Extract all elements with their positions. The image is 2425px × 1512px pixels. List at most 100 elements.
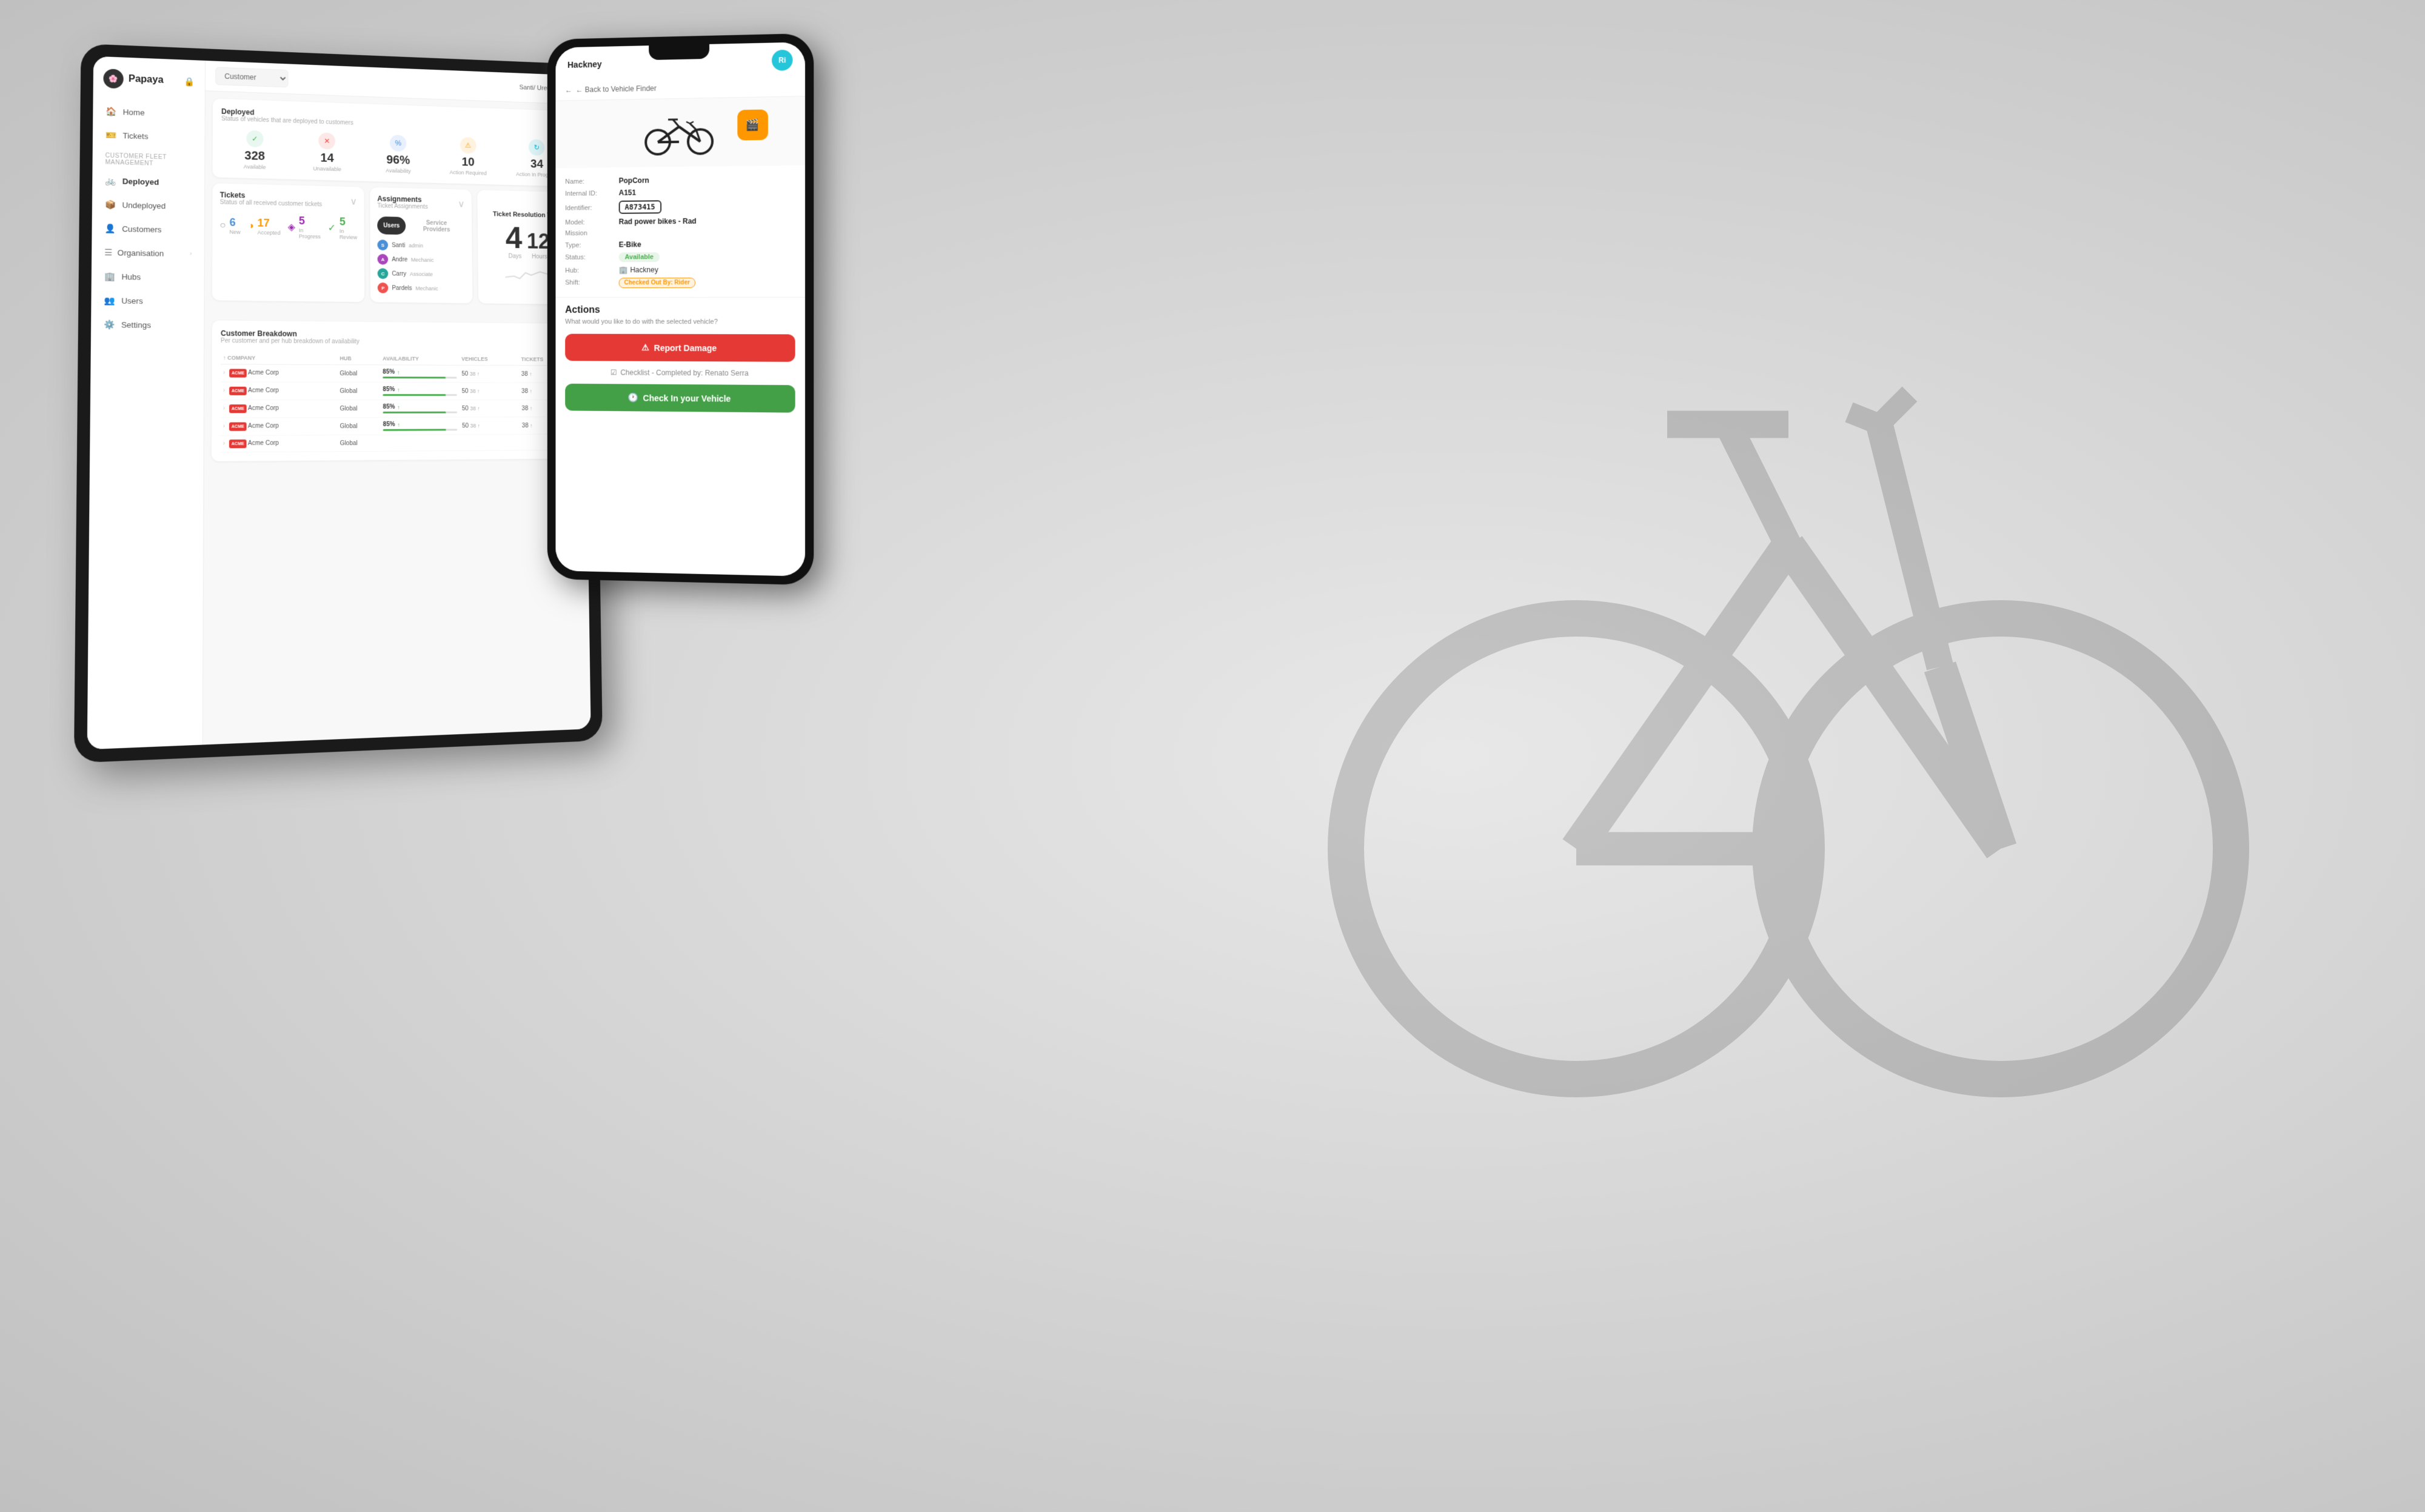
hub-map-icon: 🏢 [619, 266, 628, 274]
tab-service-providers[interactable]: Service Providers [408, 217, 465, 236]
avail-bar: 85% ↑ [383, 386, 457, 393]
clock-icon: 🕐 [627, 392, 638, 403]
avail-cell: 85% ↑ [381, 400, 460, 417]
assignment-tabs: Users Service Providers [377, 216, 465, 236]
shift-badge: Checked Out By: Rider [619, 278, 695, 288]
customer-filter-select[interactable]: Customer [215, 67, 288, 87]
status-badge: Available [619, 252, 660, 262]
tickets-card-header: Tickets Status of all received customer … [220, 190, 357, 209]
accepted-icon: ◑ [248, 221, 254, 232]
avail-bar-fill [383, 429, 446, 430]
brand-icon: 🎬 [746, 118, 760, 131]
hubs-icon: 🏢 [104, 271, 115, 282]
available-icon: ✓ [246, 130, 263, 147]
sidebar-item-organisation[interactable]: ☰ Organisation › [96, 241, 199, 266]
stat-unavailable: ✕ 14 Unavailable [294, 132, 360, 173]
report-damage-button[interactable]: ⚠ Report Damage [565, 334, 795, 362]
col-availability: AVAILABILITY [380, 353, 459, 366]
new-ticket-icon: ○ [219, 220, 226, 231]
resolution-labels: Days Hours [509, 253, 547, 261]
col-vehicles: VEHICLES [459, 353, 519, 366]
name-label: Name: [565, 178, 619, 186]
checklist-row: ☑ Checklist - Completed by: Renato Serra [565, 368, 795, 378]
logo-text: Papaya [129, 74, 164, 86]
home-icon: 🏠 [105, 106, 116, 117]
ticket-new: ○ 6 New [219, 213, 240, 238]
hub-cell: Global [337, 365, 380, 383]
sidebar-item-hubs-label: Hubs [122, 272, 141, 282]
carry-name: Carry [392, 270, 406, 277]
in-review-count: 5 [340, 216, 357, 229]
ticket-stats: ○ 6 New ◑ 17 [219, 213, 357, 240]
sidebar-item-tickets[interactable]: 🎫 Tickets [98, 124, 199, 149]
avail-bar-bg [383, 376, 457, 378]
brand-badge: 🎬 [737, 109, 768, 140]
vehicle-image-area: 🎬 [555, 96, 804, 168]
avail-bar-fill [383, 412, 446, 413]
detail-identifier-row: Identifier: A873415 [565, 197, 795, 216]
row-chevron-icon: › [223, 369, 225, 376]
availability-icon: % [390, 135, 406, 152]
detail-mission-row: Mission [565, 227, 795, 239]
trend-up-icon: ↑ [397, 369, 400, 375]
resolution-days: 4 [506, 222, 523, 253]
deployed-stats-card: Deployed Status of vehicles that are dep… [213, 99, 577, 187]
logo-icon: 🌸 [103, 69, 123, 89]
mission-label: Mission [565, 230, 619, 237]
sidebar-item-undeployed-label: Undeployed [122, 201, 166, 211]
santi-name: Santi [392, 242, 405, 249]
vehicle-model: Rad power bikes - Rad [619, 217, 697, 226]
tablet-frame: 🌸 Papaya 🔒 🏠 Home 🎫 Tickets Customer [74, 44, 603, 763]
row-chevron-icon: › [223, 405, 225, 412]
andre-name: Andre [392, 256, 407, 263]
trend-up-icon: ↑ [397, 421, 400, 427]
detail-hub-row: Hub: 🏢 Hackney [565, 263, 795, 276]
deployed-stats-row: ✓ 328 Available ✕ 14 Unavailable % [221, 129, 568, 178]
new-count: 6 [229, 216, 240, 229]
customers-icon: 👤 [104, 223, 115, 234]
unavailable-label: Unavailable [313, 166, 341, 172]
resolution-hours: 12 [527, 231, 550, 252]
in-review-icon: ✓ [328, 222, 336, 234]
assign-item-santi: S Santi admin [377, 238, 465, 253]
settings-icon: ⚙️ [104, 319, 115, 330]
avail-bar-fill [383, 376, 446, 378]
phone-screen: Hackney Ri ← ← Back to Vehicle Finder [555, 42, 804, 577]
in-progress-count: 5 [299, 215, 321, 227]
sidebar-item-tickets-label: Tickets [122, 131, 148, 141]
assignments-header: Assignments Ticket Assignments ∨ [377, 195, 464, 212]
avail-cell: 85% ↑ [381, 417, 460, 435]
col-company: ↑ COMPANY [221, 352, 338, 364]
sidebar-item-settings[interactable]: ⚙️ Settings [96, 313, 199, 337]
deployed-card-header: Deployed Status of vehicles that are dep… [221, 107, 567, 133]
actions-subtitle: What would you like to do with the selec… [565, 318, 795, 326]
check-in-button[interactable]: 🕐 Check In your Vehicle [565, 384, 795, 413]
hours-label: Hours [532, 253, 547, 260]
sidebar-nav: 🏠 Home 🎫 Tickets Customer Fleet Manageme… [91, 100, 205, 337]
trend-up-icon: ↑ [397, 404, 400, 410]
carry-role: Associate [410, 271, 433, 277]
sidebar-item-hubs[interactable]: 🏢 Hubs [96, 265, 199, 289]
bicycle-decoration [1212, 0, 2425, 1512]
hub-badge: 🏢 Hackney [619, 266, 658, 274]
hub-cell: Global [338, 417, 381, 435]
availability-pct: 96% [386, 154, 410, 167]
bike-illustration [643, 108, 715, 158]
avail-bar: 85% ↑ [383, 421, 458, 427]
avail-bar: 85% ↑ [383, 404, 457, 410]
sidebar-item-customers[interactable]: 👤 Customers [97, 217, 199, 242]
sidebar-item-home[interactable]: 🏠 Home [98, 100, 200, 125]
tab-users[interactable]: Users [377, 216, 406, 235]
accepted-count: 17 [258, 217, 281, 230]
sidebar-item-deployed-label: Deployed [122, 176, 159, 187]
tablet-screen: 🌸 Papaya 🔒 🏠 Home 🎫 Tickets Customer [87, 56, 591, 750]
row-chevron-icon: › [223, 440, 225, 447]
sidebar-item-undeployed[interactable]: 📦 Undeployed [97, 193, 199, 218]
sidebar-item-deployed[interactable]: 🚲 Deployed [98, 169, 200, 194]
sidebar-item-users[interactable]: 👥 Users [96, 289, 199, 313]
detail-model-row: Model: Rad power bikes - Rad [565, 214, 795, 228]
assignment-list: S Santi admin A Andre Mechanic [377, 238, 465, 296]
action-required-icon: ⚠ [460, 137, 476, 154]
availability-label: Availability [386, 167, 410, 174]
chevron-right-icon: › [190, 250, 192, 257]
